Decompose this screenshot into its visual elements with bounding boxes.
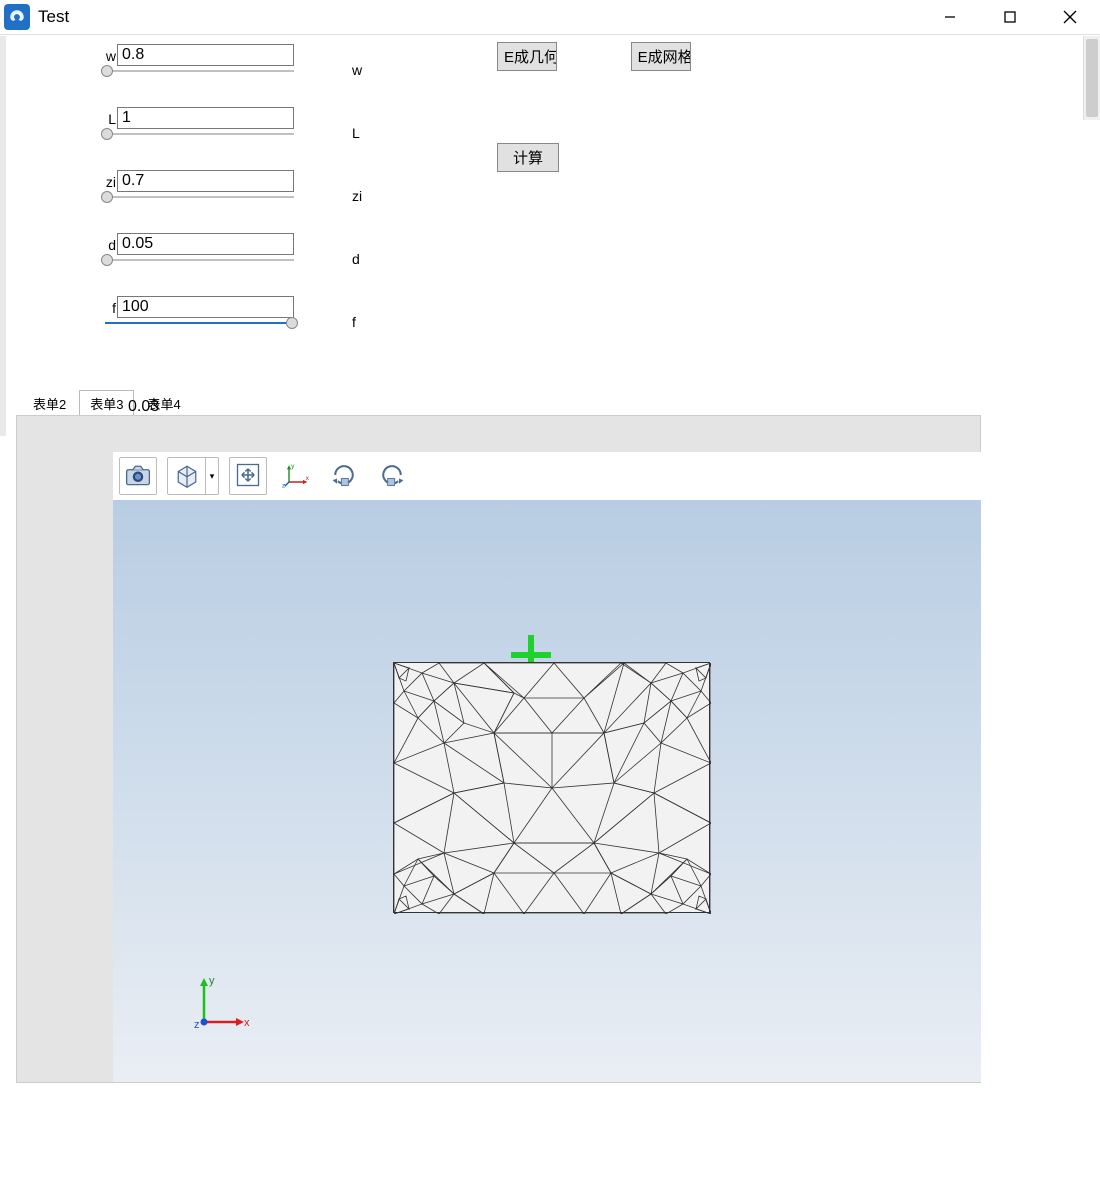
axis-triad-button[interactable]: y x z [277,457,315,495]
close-button[interactable] [1040,0,1100,35]
window-title: Test [38,7,69,27]
svg-text:z: z [194,1019,200,1031]
svg-text:x: x [244,1017,250,1029]
rlabel-f: f [352,314,356,330]
view-cube-dropdown[interactable]: ▾ [167,457,219,495]
input-d[interactable] [117,233,294,255]
screenshot-button[interactable] [119,457,157,495]
slider-w[interactable] [105,70,294,72]
input-L[interactable] [117,107,294,129]
rotate-cw-icon [330,461,358,492]
truncated-value: 0.03 [128,398,159,416]
tab-form2[interactable]: 表单2 [22,390,77,417]
rlabel-L: L [352,125,360,141]
param-row-w: w w E成几何 E成网格 [0,42,1050,90]
graphics-panel: ▾ y x z [16,415,981,1083]
generate-geometry-button[interactable]: E成几何 [497,42,557,71]
vertical-scrollbar[interactable] [1083,36,1100,120]
svg-text:z: z [282,482,285,488]
graphics-viewport[interactable]: y x z [113,500,981,1082]
app-icon [4,4,30,30]
zoom-extents-button[interactable] [229,457,267,495]
camera-icon [124,461,152,492]
triad-icon: y x z [282,461,310,492]
form-tabs: 表单2 表单3 表单4 [22,395,194,417]
arrows-out-icon [234,461,262,492]
chevron-down-icon[interactable]: ▾ [205,457,219,495]
rlabel-w: w [352,62,362,78]
svg-text:y: y [209,975,215,987]
slider-zi[interactable] [105,196,294,198]
slider-L[interactable] [105,133,294,135]
svg-text:y: y [291,463,295,470]
parameter-form: w w E成几何 E成网格 L L 计算 zi zi d d [0,42,1050,357]
label-f: f [96,300,116,316]
param-row-d: d d [0,231,1050,279]
rlabel-d: d [352,251,360,267]
rlabel-zi: zi [352,188,362,204]
label-w: w [96,48,116,64]
slider-f[interactable] [105,322,294,324]
label-d: d [96,237,116,253]
param-row-zi: zi zi [0,168,1050,216]
input-f[interactable] [117,296,294,318]
rotate-ccw-icon [378,461,406,492]
rotate-cw-button[interactable] [325,457,363,495]
tab-form3[interactable]: 表单3 [79,390,134,417]
mesh-display [393,662,710,913]
rotate-ccw-button[interactable] [373,457,411,495]
slider-d[interactable] [105,259,294,261]
input-zi[interactable] [117,170,294,192]
title-bar: Test [0,0,1100,35]
generate-mesh-button[interactable]: E成网格 [631,42,691,71]
label-L: L [96,111,116,127]
param-row-f: f f [0,294,1050,342]
axis-triad: y x z [186,970,256,1040]
svg-text:x: x [306,474,310,481]
minimize-button[interactable] [920,0,980,35]
graphics-toolbar: ▾ y x z [113,452,981,500]
cube-icon [173,461,201,492]
input-w[interactable] [117,44,294,66]
label-zi: zi [96,174,116,190]
maximize-button[interactable] [980,0,1040,35]
